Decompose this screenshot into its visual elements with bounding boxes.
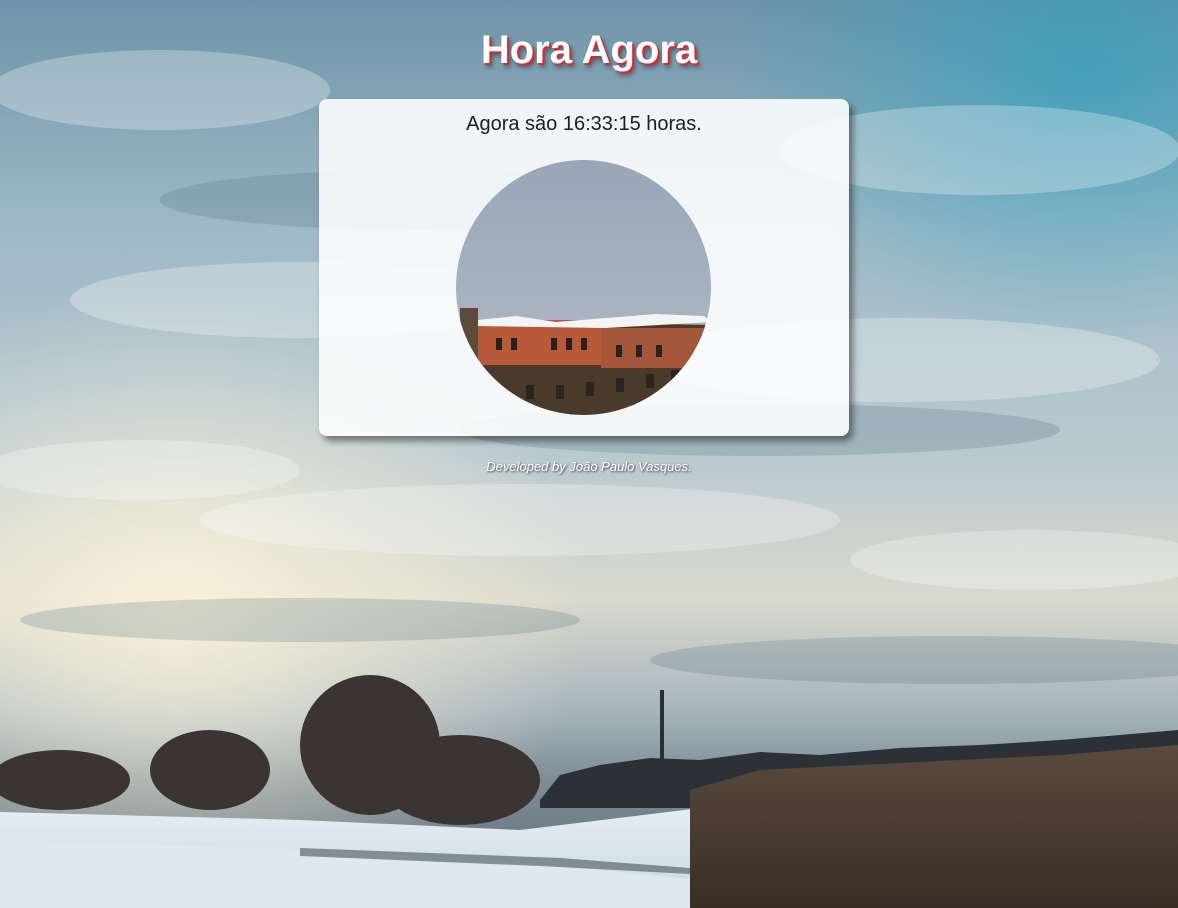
time-of-day-image [456,160,711,415]
clock-card: Agora são 16:33:15 horas. [319,99,849,436]
page-title: Hora Agora [480,28,698,72]
clock-message: Agora são 16:33:15 horas. [466,113,702,135]
developer-credit: Developed by João Paulo Vasques. [486,459,692,474]
